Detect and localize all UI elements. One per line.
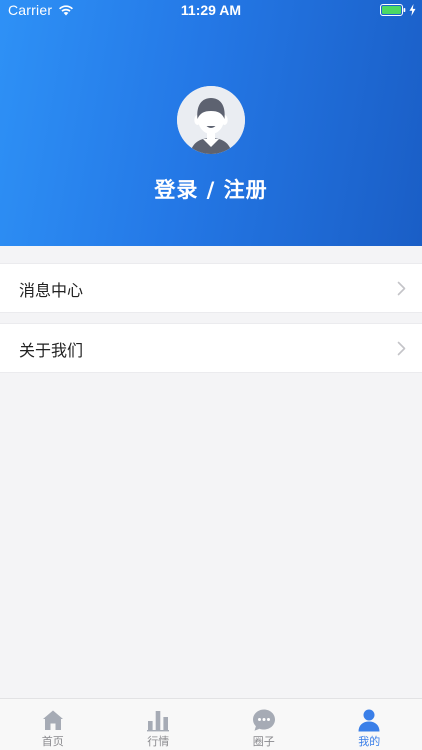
tab-label: 圈子 bbox=[252, 735, 275, 748]
menu-item-label: 消息中心 bbox=[19, 281, 84, 300]
status-bar: Carrier 11:29 AM bbox=[0, 0, 422, 22]
tab-mine[interactable]: 我的 bbox=[317, 699, 422, 750]
status-right-group bbox=[380, 4, 416, 16]
tab-circle[interactable]: 圈子 bbox=[211, 699, 317, 750]
tab-market[interactable]: 行情 bbox=[106, 699, 212, 750]
avatar[interactable] bbox=[177, 86, 245, 154]
charging-bolt-icon bbox=[409, 4, 416, 16]
tab-label: 行情 bbox=[147, 735, 170, 748]
menu-item-about-us[interactable]: 关于我们 bbox=[0, 323, 422, 373]
battery-icon bbox=[380, 4, 406, 16]
avatar-icon bbox=[177, 86, 245, 154]
chat-bubble-icon bbox=[252, 709, 275, 731]
status-time: 11:29 AM bbox=[180, 2, 242, 18]
tab-home[interactable]: 首页 bbox=[0, 699, 106, 750]
tab-label: 我的 bbox=[358, 735, 381, 748]
home-icon bbox=[42, 710, 63, 730]
chevron-right-icon bbox=[397, 281, 406, 296]
menu-item-message-center[interactable]: 消息中心 bbox=[0, 263, 422, 313]
tab-label: 首页 bbox=[41, 735, 64, 748]
tab-bar: 首页 行情 圈子 我的 bbox=[0, 698, 422, 750]
bar-chart-icon bbox=[147, 711, 170, 732]
menu-item-label: 关于我们 bbox=[19, 341, 84, 360]
user-icon bbox=[358, 709, 380, 732]
chevron-right-icon bbox=[397, 341, 406, 356]
login-register-button[interactable]: 登录 / 注册 bbox=[0, 174, 422, 204]
profile-header: Carrier 11:29 AM 登录 / 注册 bbox=[0, 0, 422, 246]
